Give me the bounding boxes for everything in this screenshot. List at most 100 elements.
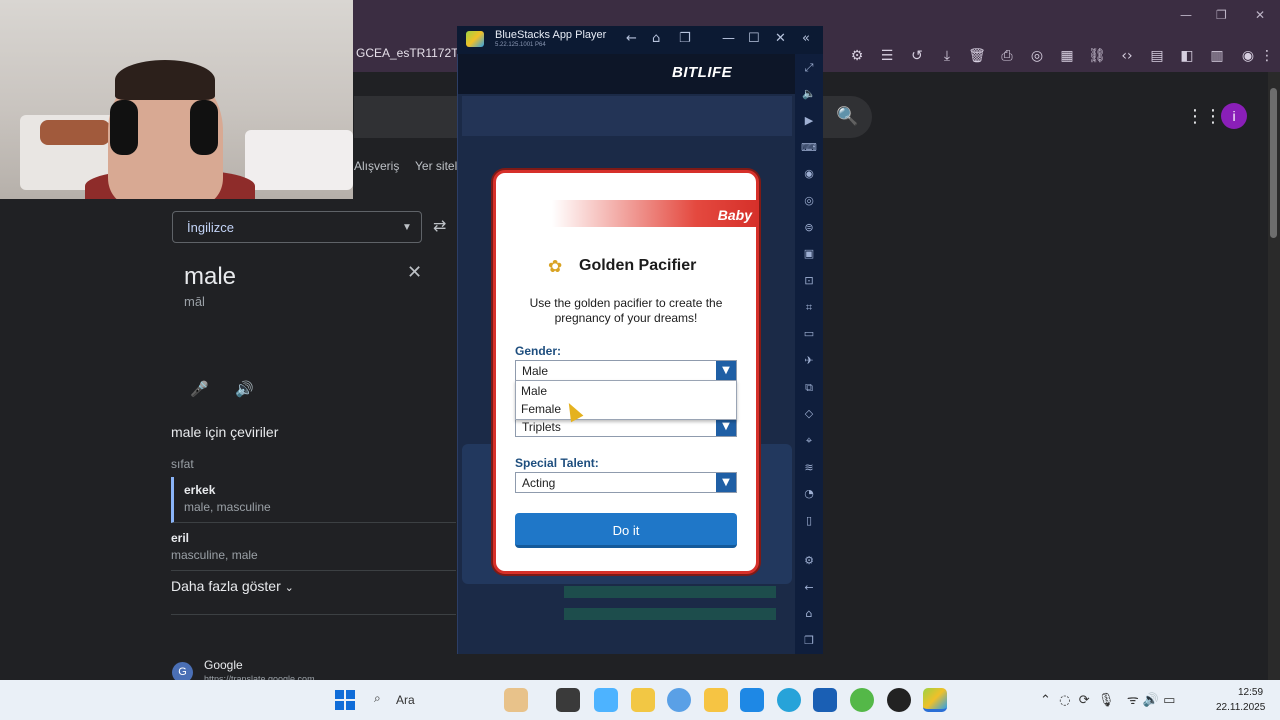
result-source-name[interactable]: Google <box>204 658 243 672</box>
part-of-speech: sıfat <box>171 457 194 471</box>
talent-select[interactable]: Acting <box>515 472 737 493</box>
file-explorer-icon[interactable] <box>704 688 728 712</box>
eco-mode-icon[interactable]: ◔ <box>801 486 817 502</box>
translation-entry[interactable]: erkek male, masculine <box>171 477 456 523</box>
taskbar-search-placeholder: Ara <box>396 693 415 707</box>
do-it-button[interactable]: Do it <box>515 513 737 548</box>
qr-icon[interactable]: ▦ <box>1056 45 1078 67</box>
translation-entry[interactable]: eril masculine, male <box>171 525 456 571</box>
home-icon[interactable]: ⌂ <box>652 31 660 46</box>
speaker-icon[interactable]: 🔊 <box>235 380 254 398</box>
show-more-button[interactable]: Daha fazla göster ⌄ <box>171 578 294 594</box>
gender-option-female[interactable]: Female <box>521 402 561 416</box>
capture-icon[interactable]: ⌗ <box>801 300 817 316</box>
system-tray[interactable]: ⌃ ◌ ⟳ 🎙 ᯤ 🔊 ▭ <box>1040 690 1175 708</box>
gender-option-male[interactable]: Male <box>521 384 547 398</box>
microphone-icon[interactable]: 🎤 <box>190 380 209 398</box>
apk-icon[interactable]: ▣ <box>801 246 817 262</box>
task-view-icon[interactable] <box>556 688 580 712</box>
airplane-icon[interactable]: ✈ <box>801 353 817 369</box>
webcam-mattress <box>245 130 353 190</box>
settings-icon[interactable]: ⚙ <box>801 553 817 569</box>
minimize-icon[interactable]: — <box>1180 8 1192 22</box>
edge-icon[interactable] <box>777 688 801 712</box>
reader-icon[interactable]: ☰ <box>876 45 898 67</box>
copilot-icon[interactable] <box>594 688 618 712</box>
sidebar-icon[interactable]: ◧ <box>1176 45 1198 67</box>
store-icon[interactable] <box>813 688 837 712</box>
stat-bars <box>496 580 778 624</box>
start-icon[interactable] <box>335 690 355 710</box>
keyboard-icon[interactable]: ⌨ <box>801 140 817 156</box>
headset-icon <box>110 100 138 155</box>
fullscreen-icon[interactable]: ⤢ <box>801 60 817 76</box>
folder-icon[interactable]: ▭ <box>801 326 817 342</box>
translation-synonyms: male, masculine <box>184 500 271 514</box>
scroll-thumb[interactable] <box>1270 88 1277 238</box>
webcam-blanket <box>40 120 110 145</box>
translation-synonyms: masculine, male <box>171 548 258 562</box>
eraser-icon[interactable]: ◇ <box>801 406 817 422</box>
stat-bar <box>564 586 776 598</box>
gamepad-icon[interactable]: ⊜ <box>801 220 817 236</box>
layers-icon[interactable]: ≋ <box>801 460 817 476</box>
recent-apps-icon[interactable]: ❐ <box>801 633 817 649</box>
swap-languages-icon[interactable]: ⇄ <box>433 216 446 235</box>
link-icon[interactable]: ⛓ <box>1086 45 1108 67</box>
source-language-select[interactable]: İngilizce <box>172 211 422 243</box>
outlook-icon[interactable] <box>740 688 764 712</box>
screenshot-icon[interactable]: ◎ <box>1026 45 1048 67</box>
record-icon[interactable]: ◉ <box>801 166 817 182</box>
media-icon[interactable]: ▶ <box>801 113 817 129</box>
maximize-icon[interactable]: ☐ <box>748 31 760 46</box>
chevron-down-icon[interactable]: ▼ <box>716 361 736 380</box>
book-icon[interactable]: ▤ <box>1146 45 1168 67</box>
location-icon[interactable]: ⌖ <box>801 433 817 449</box>
minimize-icon[interactable]: — <box>722 31 735 46</box>
nav-shopping[interactable]: Alışveriş <box>354 159 399 173</box>
collapse-sidebar-icon[interactable]: « <box>802 31 810 46</box>
avatar[interactable]: i <box>1221 103 1247 129</box>
table-icon[interactable]: ▥ <box>1206 45 1228 67</box>
search-icon[interactable]: 🔍 <box>836 106 858 127</box>
sidebar-toggle-icon[interactable]: ▯ <box>801 513 817 529</box>
clock-time[interactable]: 12:59 <box>1238 687 1263 698</box>
clear-icon[interactable]: ✕ <box>407 262 422 283</box>
home-icon[interactable]: ⌂ <box>801 606 817 622</box>
widgets-icon[interactable] <box>504 688 528 712</box>
menu-icon[interactable]: ⋮ <box>1256 45 1278 67</box>
steam-icon[interactable] <box>887 688 911 712</box>
utorrent-icon[interactable] <box>850 688 874 712</box>
extension-icon[interactable]: ⚙ <box>846 45 868 67</box>
close-icon[interactable]: ✕ <box>775 31 786 46</box>
history-icon[interactable]: ↺ <box>906 45 928 67</box>
webcam-hair <box>115 60 215 100</box>
macro-icon[interactable]: ◎ <box>801 193 817 209</box>
caret-down-icon: ▼ <box>402 222 412 233</box>
close-icon[interactable]: ✕ <box>1255 8 1265 22</box>
translation-word: erkek <box>184 483 216 497</box>
taskbar-search[interactable]: ⌕ Ara <box>366 688 506 712</box>
multi-instance-icon[interactable]: ⧉ <box>801 380 817 396</box>
print-icon[interactable]: ⎙ <box>996 45 1018 67</box>
back-icon[interactable]: ← <box>801 580 817 596</box>
delete-icon[interactable]: 🗑 <box>966 45 988 67</box>
download-icon[interactable]: ⤓ <box>936 45 958 67</box>
gender-select[interactable]: Male <box>515 360 737 381</box>
ribbon-label: Baby <box>717 207 752 223</box>
screenshot-icon[interactable]: ⊡ <box>801 273 817 289</box>
restore-icon[interactable]: ❐ <box>1216 8 1227 22</box>
code-icon[interactable]: ‹› <box>1116 45 1138 67</box>
gender-value: Male <box>522 364 549 378</box>
chrome-icon[interactable] <box>667 688 691 712</box>
gender-label: Gender: <box>515 344 562 358</box>
chevron-down-icon: ⌄ <box>284 581 294 594</box>
paint-icon[interactable] <box>631 688 655 712</box>
clock-date[interactable]: 22.11.2025 <box>1216 702 1265 713</box>
chevron-down-icon[interactable]: ▼ <box>716 473 736 492</box>
recent-apps-icon[interactable]: ❐ <box>679 31 691 46</box>
input-word[interactable]: male <box>184 263 236 291</box>
back-icon[interactable]: ← <box>626 31 637 46</box>
volume-icon[interactable]: 🔈 <box>801 86 817 102</box>
bluestacks-taskbar-icon[interactable] <box>923 688 947 712</box>
